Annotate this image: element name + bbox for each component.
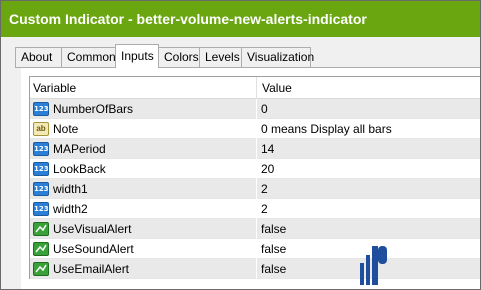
- cell-divider: [256, 179, 257, 199]
- table-row[interactable]: 123 MAPeriod 14: [30, 139, 480, 159]
- tab-inputs[interactable]: Inputs: [115, 44, 159, 68]
- grid-header: Variable Value: [30, 77, 480, 99]
- cell-divider: [256, 119, 257, 139]
- variable-value[interactable]: 14: [261, 142, 274, 156]
- variable-name: LookBack: [53, 162, 106, 176]
- table-row[interactable]: 123 NumberOfBars 0: [30, 99, 480, 119]
- cell-divider: [256, 219, 257, 239]
- variable-value[interactable]: 20: [261, 162, 274, 176]
- table-row[interactable]: UseVisualAlert false: [30, 219, 480, 239]
- bool-type-icon: [33, 242, 49, 256]
- variable-value[interactable]: false: [261, 222, 286, 236]
- cell-divider: [256, 239, 257, 259]
- variable-name: width1: [53, 182, 88, 196]
- cell-divider: [256, 99, 257, 119]
- tab-visualization[interactable]: Visualization: [241, 47, 314, 67]
- tab-colors[interactable]: Colors: [158, 47, 200, 67]
- bool-type-icon: [33, 222, 49, 236]
- number-type-icon: 123: [33, 102, 49, 116]
- string-type-icon: ab: [33, 122, 49, 136]
- variable-name: UseSoundAlert: [53, 242, 134, 256]
- variable-value[interactable]: false: [261, 262, 286, 276]
- variable-name: UseVisualAlert: [53, 222, 132, 236]
- column-header-variable[interactable]: Variable: [33, 81, 76, 95]
- cell-divider: [256, 139, 257, 159]
- variable-value[interactable]: 0: [261, 102, 268, 116]
- table-row[interactable]: 123 LookBack 20: [30, 159, 480, 179]
- logo-p-bowl: [378, 246, 387, 264]
- cell-divider: [256, 159, 257, 179]
- title-bar: Custom Indicator - better-volume-new-ale…: [1, 1, 480, 37]
- variable-name: NumberOfBars: [53, 102, 134, 116]
- variable-name: UseEmailAlert: [53, 262, 130, 276]
- variable-value[interactable]: 2: [261, 182, 268, 196]
- cell-divider: [256, 199, 257, 219]
- variable-name: MAPeriod: [53, 142, 106, 156]
- tab-about[interactable]: About: [15, 47, 62, 67]
- cell-divider: [256, 259, 257, 279]
- variable-name: width2: [53, 202, 88, 216]
- tab-levels[interactable]: Levels: [199, 47, 242, 67]
- prof-fx-logo: [357, 246, 480, 289]
- variable-name: Note: [53, 122, 79, 136]
- variable-value[interactable]: 2: [261, 202, 268, 216]
- tab-common[interactable]: Common: [61, 47, 116, 67]
- logo-bar-1: [360, 263, 364, 285]
- tab-strip: About Common Inputs Colors Levels Visual…: [1, 37, 480, 68]
- logo-bar-2: [366, 255, 370, 285]
- table-row[interactable]: 123 width1 2: [30, 179, 480, 199]
- bool-type-icon: [33, 262, 49, 276]
- number-type-icon: 123: [33, 202, 49, 216]
- column-divider[interactable]: [256, 77, 257, 99]
- variable-value[interactable]: 0 means Display all bars: [261, 122, 392, 136]
- table-row[interactable]: ab Note 0 means Display all bars: [30, 119, 480, 139]
- dialog-window: Custom Indicator - better-volume-new-ale…: [0, 0, 481, 290]
- window-title: Custom Indicator - better-volume-new-ale…: [9, 11, 367, 27]
- logo-bar-3: [372, 246, 378, 285]
- number-type-icon: 123: [33, 162, 49, 176]
- number-type-icon: 123: [33, 182, 49, 196]
- table-row[interactable]: 123 width2 2: [30, 199, 480, 219]
- variable-value[interactable]: false: [261, 242, 286, 256]
- column-header-value[interactable]: Value: [262, 81, 292, 95]
- number-type-icon: 123: [33, 142, 49, 156]
